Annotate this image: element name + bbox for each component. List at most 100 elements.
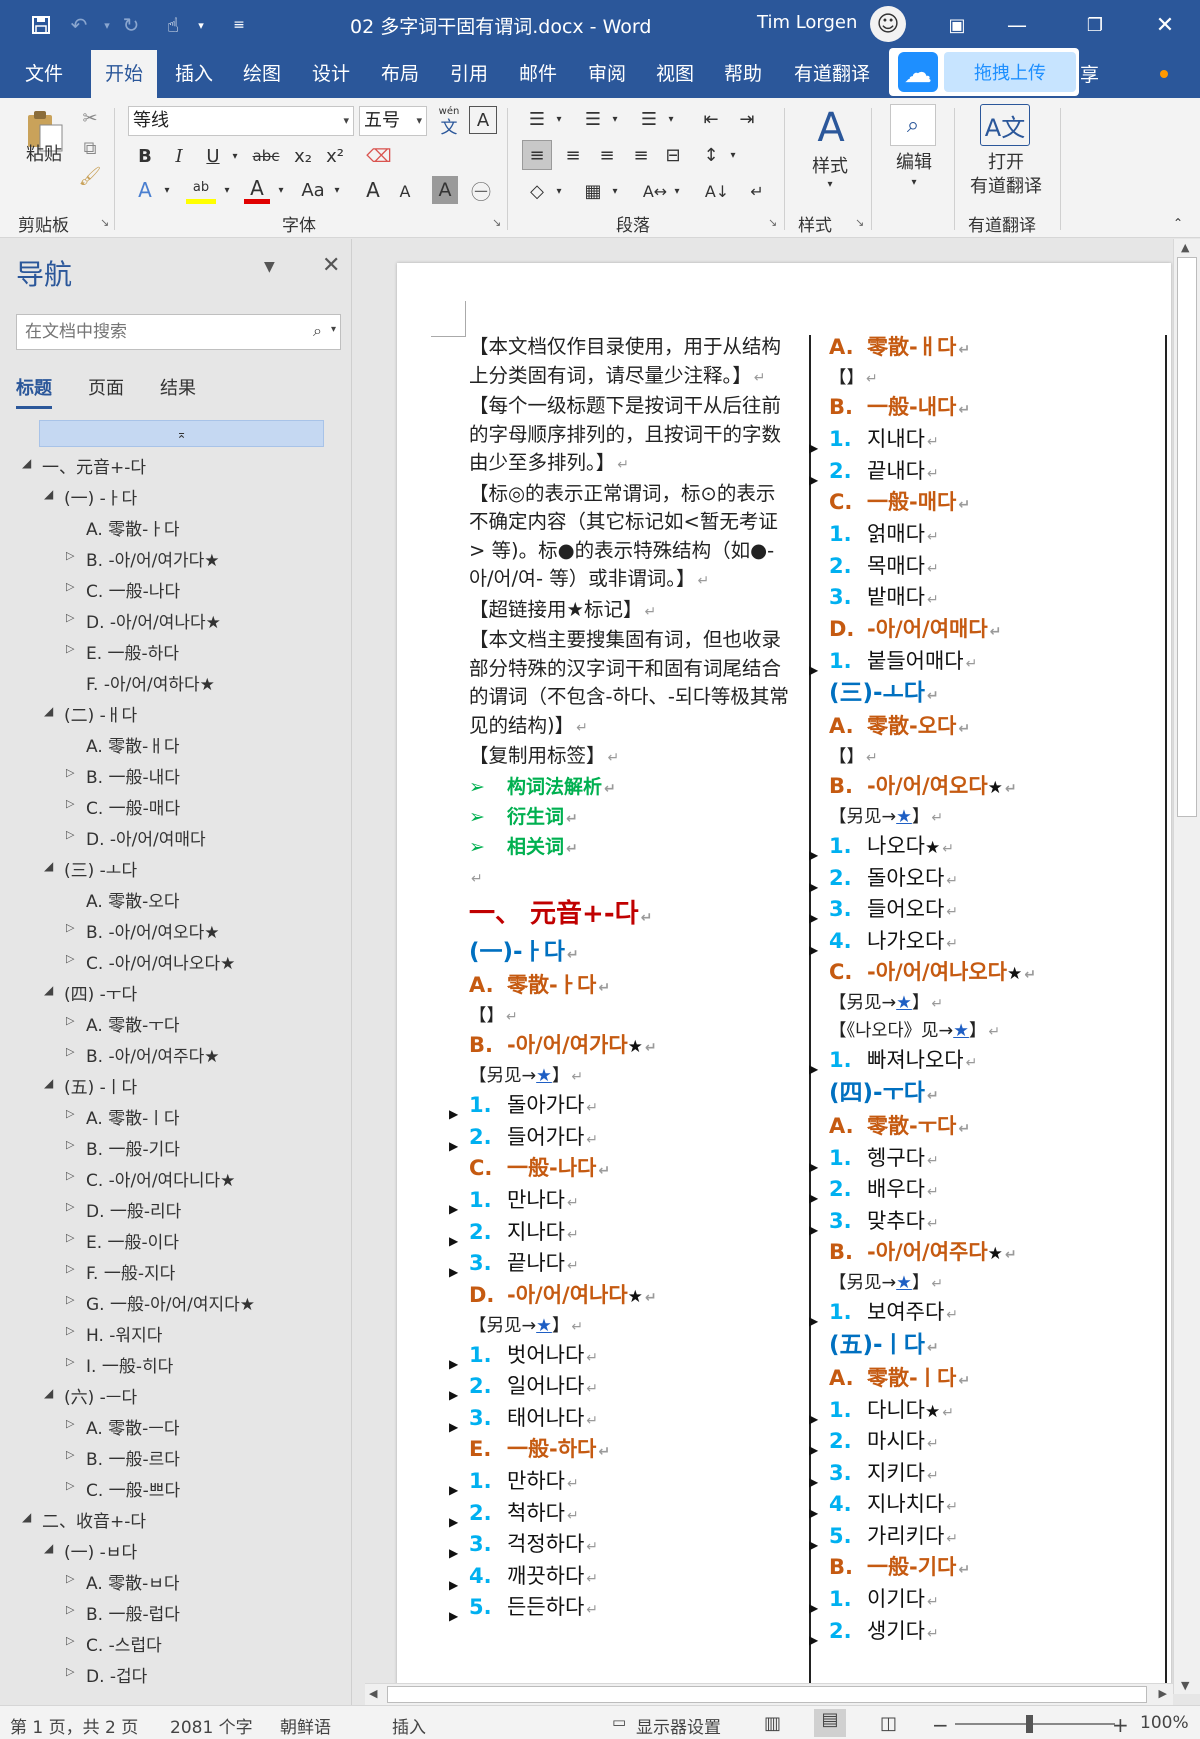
zoom-in-icon[interactable]: + xyxy=(1112,1713,1129,1737)
collapse-triangle-icon[interactable]: ▷ xyxy=(66,1355,74,1368)
nav-heading-item[interactable]: ◢ (三) -ㅗ다 xyxy=(0,851,351,882)
align-left-icon[interactable]: ≡ xyxy=(522,140,552,170)
nav-heading-item[interactable]: ▷ A. 零散-ㅣ다 xyxy=(0,1099,351,1130)
list-item[interactable]: ▶ 3. 들어오다 ↵ xyxy=(809,895,1159,927)
paragraph-launcher-icon[interactable]: ↘ xyxy=(768,216,777,229)
collapse-triangle-icon[interactable]: ▷ xyxy=(66,828,74,841)
heading-level-2[interactable]: (一)-ㅏ다 ↵ xyxy=(469,937,789,971)
collapse-triangle-icon[interactable]: ▷ xyxy=(66,1262,74,1275)
nav-heading-item[interactable]: ▷ D. -아/어/여매다 xyxy=(0,820,351,851)
expand-arrow-icon[interactable]: ▶ xyxy=(449,1381,458,1410)
collapse-triangle-icon[interactable]: ▷ xyxy=(66,549,74,562)
tab-file[interactable]: 文件 xyxy=(20,50,68,98)
translate-icon[interactable]: A文 xyxy=(980,104,1030,146)
zoom-handle[interactable] xyxy=(1026,1715,1033,1733)
chevron-down-icon[interactable]: ▾ xyxy=(331,324,336,335)
list-item[interactable]: ▶ 3. 맞추다 ↵ xyxy=(809,1207,1159,1239)
nav-options-icon[interactable]: ▼ xyxy=(264,259,275,275)
web-layout-icon[interactable]: ◫ xyxy=(880,1713,897,1734)
expand-arrow-icon[interactable]: ▶ xyxy=(449,1539,458,1568)
note-line[interactable]: 【另见→★】 ↵ xyxy=(469,1063,789,1091)
expand-arrow-icon[interactable]: ▶ xyxy=(809,1436,818,1465)
collapse-ribbon-icon[interactable]: ⌃ xyxy=(1168,214,1188,232)
share-button[interactable]: 享 xyxy=(1080,60,1099,87)
underline-dropdown-icon[interactable]: ▾ xyxy=(228,142,242,170)
collapse-triangle-icon[interactable]: ▷ xyxy=(66,797,74,810)
hyperlink-star[interactable]: ★ xyxy=(896,807,912,827)
nav-heading-item[interactable]: ▷ C. 一般-쁘다 xyxy=(0,1471,351,1502)
expand-arrow-icon[interactable]: ▶ xyxy=(809,1307,818,1336)
cloud-icon[interactable]: ☁ xyxy=(898,52,938,92)
superscript-button[interactable]: x² xyxy=(322,142,348,170)
expand-triangle-icon[interactable]: ◢ xyxy=(44,1076,53,1090)
list-item[interactable]: ▶ 2. 지나다 ↵ xyxy=(449,1218,789,1250)
italic-button[interactable]: I xyxy=(166,142,192,170)
list-item[interactable]: ▶ 2. 배우다 ↵ xyxy=(809,1175,1159,1207)
expand-arrow-icon[interactable]: ▶ xyxy=(449,1227,458,1256)
list-item[interactable]: ▶ 1. 다니다★ ↵ xyxy=(809,1396,1159,1428)
collapse-triangle-icon[interactable]: ▷ xyxy=(66,642,74,655)
expand-arrow-icon[interactable]: ▶ xyxy=(809,1468,818,1497)
tab-design[interactable]: 设计 xyxy=(307,50,355,98)
expand-triangle-icon[interactable]: ◢ xyxy=(44,983,53,997)
list-item[interactable]: ▶ 2. 돌아오다 ↵ xyxy=(809,864,1159,896)
collapse-triangle-icon[interactable]: ▷ xyxy=(66,766,74,779)
heading-level-3[interactable]: A. 零散-ㅜ다 ↵ xyxy=(829,1112,1159,1144)
change-case-button[interactable]: Aa xyxy=(296,176,330,204)
nav-heading-item[interactable]: ▷ F. 一般-지다 xyxy=(0,1254,351,1285)
zoom-slider[interactable] xyxy=(955,1723,1115,1725)
language-indicator[interactable]: 朝鲜语 xyxy=(280,1713,331,1738)
collapse-triangle-icon[interactable]: ▷ xyxy=(66,1417,74,1430)
nav-heading-item[interactable]: ▷ C. -아/어/여나오다★ xyxy=(0,944,351,975)
bold-button[interactable]: B xyxy=(132,142,158,170)
subscript-button[interactable]: x₂ xyxy=(290,142,316,170)
expand-arrow-icon[interactable]: ▶ xyxy=(809,656,818,685)
search-icon[interactable]: ⌕ xyxy=(890,104,936,146)
collapse-triangle-icon[interactable]: ▷ xyxy=(66,1138,74,1151)
collapse-triangle-icon[interactable]: ▷ xyxy=(66,1603,74,1616)
collapse-triangle-icon[interactable]: ▷ xyxy=(66,1169,74,1182)
chevron-down-icon[interactable]: ▾ xyxy=(160,176,174,204)
collapse-triangle-icon[interactable]: ▷ xyxy=(66,921,74,934)
line-spacing-icon[interactable]: ↕ xyxy=(696,140,726,170)
expand-arrow-icon[interactable]: ▶ xyxy=(809,1153,818,1182)
collapse-triangle-icon[interactable]: ▷ xyxy=(66,1479,74,1492)
nav-heading-item[interactable]: ▷ A. 零散-ㅂ다 xyxy=(0,1564,351,1595)
expand-arrow-icon[interactable]: ▶ xyxy=(809,1216,818,1245)
highlight-icon[interactable]: ab xyxy=(186,176,216,204)
list-item[interactable]: ▶ 1. 나오다★ ↵ xyxy=(809,832,1159,864)
strikethrough-button[interactable]: abc xyxy=(248,142,284,170)
multilevel-list-icon[interactable]: ☰ xyxy=(634,106,664,132)
hyperlink-star[interactable]: ★ xyxy=(953,1021,969,1041)
list-item[interactable]: ▶ 1. 벗어나다 ↵ xyxy=(449,1341,789,1373)
undo-icon[interactable]: ↶ xyxy=(64,10,94,40)
styles-icon[interactable]: A xyxy=(806,104,856,152)
tab-references[interactable]: 引用 xyxy=(445,50,493,98)
paste-label[interactable]: 粘贴 xyxy=(20,142,68,165)
enclose-char-icon[interactable]: ㊀ xyxy=(468,176,494,204)
nav-heading-item[interactable]: ▷ B. -아/어/여주다★ xyxy=(0,1037,351,1068)
tab-draw[interactable]: 绘图 xyxy=(238,50,286,98)
borders-icon[interactable]: ▦ xyxy=(578,176,608,206)
insert-mode[interactable]: 插入 xyxy=(392,1713,426,1738)
list-item[interactable]: ▶ 5. 든든하다 ↵ xyxy=(449,1593,789,1625)
nav-heading-item[interactable]: ▷ B. -아/어/여가다★ xyxy=(0,541,351,572)
list-item[interactable]: ▶ 3. 지키다 ↵ xyxy=(809,1459,1159,1491)
nav-heading-item[interactable]: ▷ B. 一般-르다 xyxy=(0,1440,351,1471)
expand-arrow-icon[interactable]: ▶ xyxy=(449,1350,458,1379)
tab-insert[interactable]: 插入 xyxy=(170,50,218,98)
nav-heading-item[interactable]: ▷ B. 一般-내다 xyxy=(0,758,351,789)
expand-arrow-icon[interactable]: ▶ xyxy=(449,1476,458,1505)
expand-triangle-icon[interactable]: ◢ xyxy=(44,487,53,501)
bullets-icon[interactable]: ☰ xyxy=(522,106,552,132)
expand-triangle-icon[interactable]: ◢ xyxy=(44,1386,53,1400)
tab-pages[interactable]: 页面 xyxy=(88,374,124,400)
tab-review[interactable]: 审阅 xyxy=(583,50,631,98)
phonetic-guide-icon[interactable]: 文 xyxy=(434,114,464,138)
zoom-out-icon[interactable]: − xyxy=(932,1713,949,1737)
list-item[interactable]: ▶ 1. 빠져나오다 ↵ xyxy=(809,1046,1159,1078)
tab-help[interactable]: 帮助 xyxy=(719,50,767,98)
tab-mailings[interactable]: 邮件 xyxy=(514,50,562,98)
list-item[interactable]: ▶ 2. 들어가다 ↵ xyxy=(449,1123,789,1155)
list-item[interactable]: ▶ 3. 끝나다 ↵ xyxy=(449,1249,789,1281)
